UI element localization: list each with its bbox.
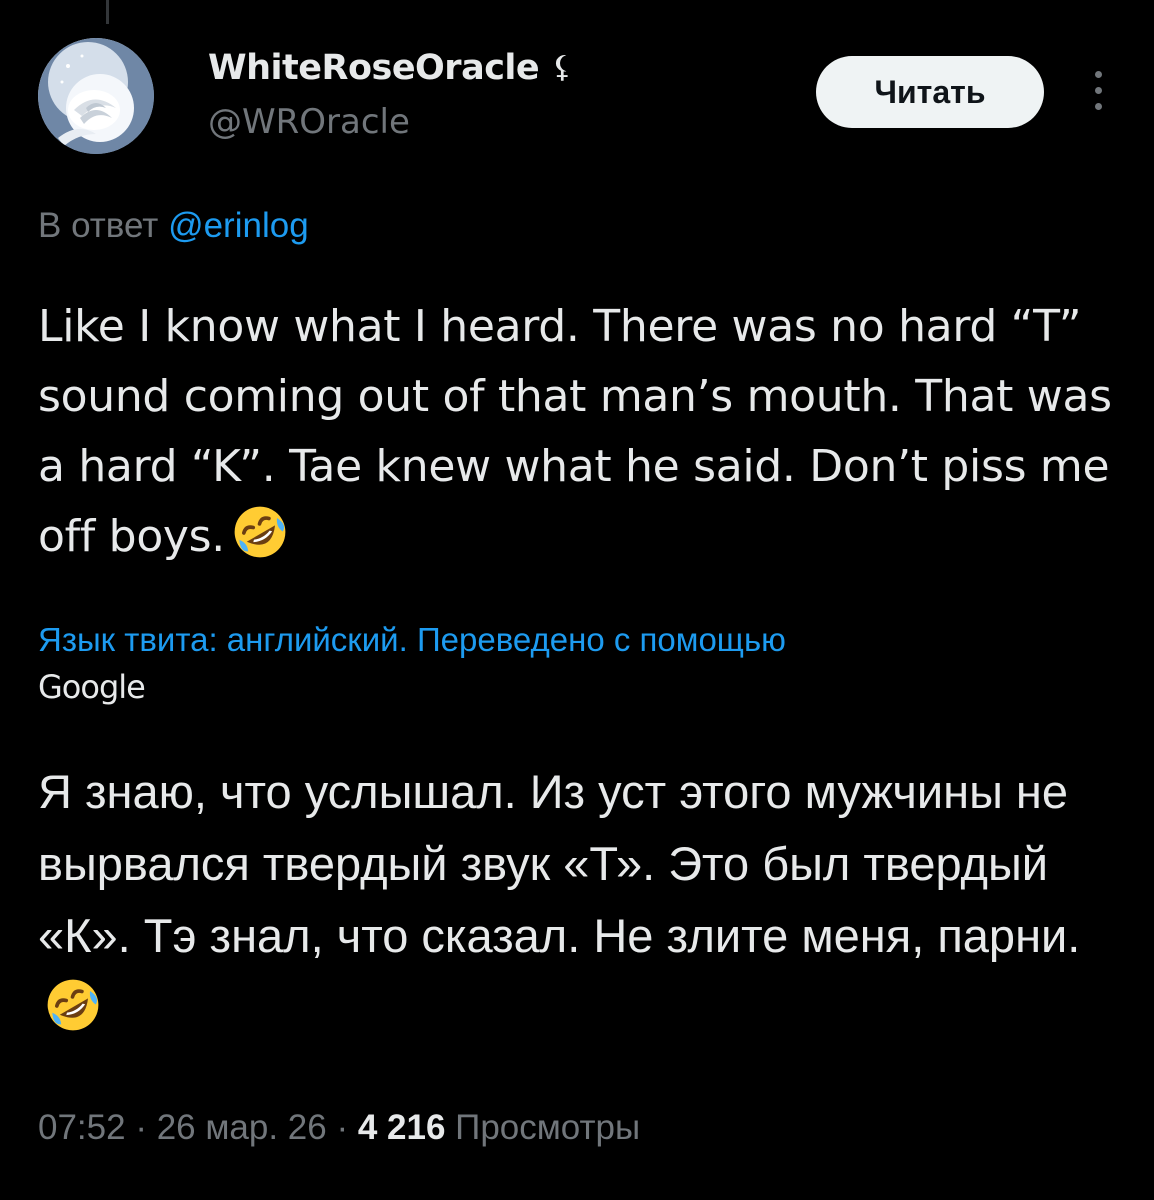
rolling-on-floor-laughing-emoji (234, 506, 286, 558)
tweet-date[interactable]: 26 мар. 26 (157, 1108, 327, 1147)
vertical-ellipsis-icon (1094, 102, 1102, 110)
white-rose-avatar-image (38, 38, 154, 154)
translated-text-body: Я знаю, что услышал. Из уст этого мужчин… (38, 765, 1081, 962)
reply-mention-link[interactable]: @erinlog (168, 206, 309, 245)
reply-prefix: В ответ (38, 206, 169, 245)
tweet-metadata: 07:52 · 26 мар. 26 · 4 216 Просмотры (38, 1108, 640, 1148)
vertical-ellipsis-icon (1094, 70, 1102, 78)
translation-note[interactable]: Язык твита: английский. Переведено с пом… (38, 620, 1128, 660)
follow-button[interactable]: Читать (816, 56, 1044, 128)
more-options-button[interactable] (1080, 60, 1116, 120)
rolling-on-floor-laughing-emoji (47, 979, 99, 1031)
google-translate-brand: Google (38, 668, 146, 706)
tweet-text: Like I know what I heard. There was no h… (38, 292, 1128, 572)
thread-connector-line (106, 0, 109, 24)
views-count[interactable]: 4 216 (358, 1108, 446, 1147)
affiliate-badge-icon: ⚸ (551, 50, 574, 85)
tweet-time[interactable]: 07:52 (38, 1108, 126, 1147)
avatar[interactable] (38, 38, 154, 154)
translated-tweet-text: Я знаю, что услышал. Из уст этого мужчин… (38, 756, 1128, 1044)
user-handle[interactable]: @WROracle (208, 102, 410, 142)
meta-separator: · (125, 1108, 157, 1147)
reply-context: В ответ @erinlog (38, 206, 309, 246)
meta-separator: · (326, 1108, 358, 1147)
tweet-text-body: Like I know what I heard. There was no h… (38, 301, 1112, 562)
views-label: Просмотры (445, 1108, 641, 1147)
display-name[interactable]: WhiteRoseOracle (208, 48, 540, 88)
author-name-row: WhiteRoseOracle ⚸ (208, 44, 573, 92)
vertical-ellipsis-icon (1094, 86, 1102, 94)
